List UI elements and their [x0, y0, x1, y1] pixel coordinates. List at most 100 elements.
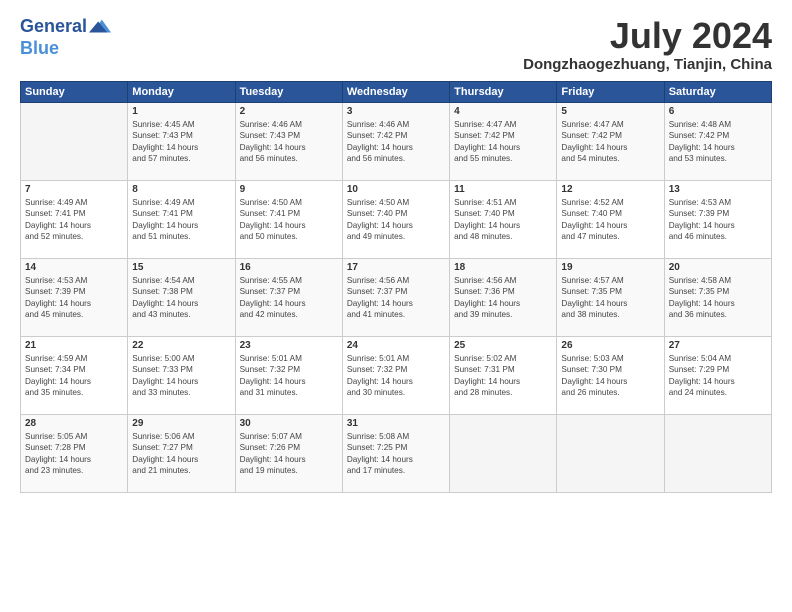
cell-content: Sunrise: 4:51 AM Sunset: 7:40 PM Dayligh…: [454, 197, 552, 243]
cell-content: Sunrise: 4:49 AM Sunset: 7:41 PM Dayligh…: [132, 197, 230, 243]
day-number: 20: [669, 262, 767, 273]
calendar-cell: [557, 414, 664, 492]
day-number: 8: [132, 184, 230, 195]
day-number: 19: [561, 262, 659, 273]
calendar-cell: 13 Sunrise: 4:53 AM Sunset: 7:39 PM Dayli…: [664, 180, 771, 258]
day-number: 6: [669, 106, 767, 117]
calendar-cell: 14Sunrise: 4:53 AM Sunset: 7:39 PM Dayli…: [21, 258, 128, 336]
calendar-cell: 25 Sunrise: 5:02 AM Sunset: 7:31 PM Dayli…: [450, 336, 557, 414]
day-number: 7: [25, 184, 123, 195]
calendar-cell: 17Sunrise: 4:56 AM Sunset: 7:37 PM Dayli…: [342, 258, 449, 336]
calendar-cell: 3 Sunrise: 4:46 AM Sunset: 7:42 PM Daylig…: [342, 102, 449, 180]
day-number: 23: [240, 340, 338, 351]
week-row-4: 21 Sunrise: 4:59 AM Sunset: 7:34 PM Dayli…: [21, 336, 772, 414]
day-number: 10: [347, 184, 445, 195]
logo-blue: Blue: [20, 38, 111, 59]
calendar-cell: 19Sunrise: 4:57 AM Sunset: 7:35 PM Dayli…: [557, 258, 664, 336]
cell-content: Sunrise: 4:50 AM Sunset: 7:41 PM Dayligh…: [240, 197, 338, 243]
cell-content: Sunrise: 4:45 AM Sunset: 7:43 PM Dayligh…: [132, 119, 230, 165]
week-row-2: 7 Sunrise: 4:49 AM Sunset: 7:41 PM Daylig…: [21, 180, 772, 258]
week-row-3: 14Sunrise: 4:53 AM Sunset: 7:39 PM Dayli…: [21, 258, 772, 336]
calendar-cell: 1 Sunrise: 4:45 AM Sunset: 7:43 PM Daylig…: [128, 102, 235, 180]
calendar-cell: 18 Sunrise: 4:56 AM Sunset: 7:36 PM Dayli…: [450, 258, 557, 336]
calendar-cell: 23 Sunrise: 5:01 AM Sunset: 7:32 PM Dayli…: [235, 336, 342, 414]
day-header-friday: Friday: [557, 81, 664, 102]
cell-content: Sunrise: 4:46 AM Sunset: 7:43 PM Dayligh…: [240, 119, 338, 165]
calendar-cell: 12Sunrise: 4:52 AM Sunset: 7:40 PM Dayli…: [557, 180, 664, 258]
day-number: 21: [25, 340, 123, 351]
location: Dongzhaogezhuang, Tianjin, China: [523, 56, 772, 73]
day-number: 15: [132, 262, 230, 273]
cell-content: Sunrise: 5:04 AM Sunset: 7:29 PM Dayligh…: [669, 353, 767, 399]
cell-content: Sunrise: 5:07 AM Sunset: 7:26 PM Dayligh…: [240, 431, 338, 477]
calendar-cell: 29 Sunrise: 5:06 AM Sunset: 7:27 PM Dayli…: [128, 414, 235, 492]
logo: General Blue: [20, 16, 111, 59]
cell-content: Sunrise: 4:47 AM Sunset: 7:42 PM Dayligh…: [561, 119, 659, 165]
cell-content: Sunrise: 5:02 AM Sunset: 7:31 PM Dayligh…: [454, 353, 552, 399]
day-number: 4: [454, 106, 552, 117]
day-header-sunday: Sunday: [21, 81, 128, 102]
calendar-cell: 27Sunrise: 5:04 AM Sunset: 7:29 PM Dayli…: [664, 336, 771, 414]
cell-content: Sunrise: 4:59 AM Sunset: 7:34 PM Dayligh…: [25, 353, 123, 399]
cell-content: Sunrise: 4:56 AM Sunset: 7:37 PM Dayligh…: [347, 275, 445, 321]
day-number: 22: [132, 340, 230, 351]
cell-content: Sunrise: 5:06 AM Sunset: 7:27 PM Dayligh…: [132, 431, 230, 477]
cell-content: Sunrise: 5:08 AM Sunset: 7:25 PM Dayligh…: [347, 431, 445, 477]
calendar-cell: [450, 414, 557, 492]
day-number: 16: [240, 262, 338, 273]
day-header-monday: Monday: [128, 81, 235, 102]
cell-content: Sunrise: 4:50 AM Sunset: 7:40 PM Dayligh…: [347, 197, 445, 243]
header: General Blue July 2024 Dongzhaogezhuang,…: [20, 16, 772, 73]
title-block: July 2024 Dongzhaogezhuang, Tianjin, Chi…: [523, 16, 772, 73]
day-number: 3: [347, 106, 445, 117]
calendar-cell: 31Sunrise: 5:08 AM Sunset: 7:25 PM Dayli…: [342, 414, 449, 492]
cell-content: Sunrise: 4:48 AM Sunset: 7:42 PM Dayligh…: [669, 119, 767, 165]
day-header-saturday: Saturday: [664, 81, 771, 102]
cell-content: Sunrise: 4:54 AM Sunset: 7:38 PM Dayligh…: [132, 275, 230, 321]
calendar-cell: 5 Sunrise: 4:47 AM Sunset: 7:42 PM Daylig…: [557, 102, 664, 180]
cell-content: Sunrise: 5:01 AM Sunset: 7:32 PM Dayligh…: [240, 353, 338, 399]
day-number: 28: [25, 418, 123, 429]
calendar-cell: 7 Sunrise: 4:49 AM Sunset: 7:41 PM Daylig…: [21, 180, 128, 258]
calendar-cell: 26Sunrise: 5:03 AM Sunset: 7:30 PM Dayli…: [557, 336, 664, 414]
calendar-cell: [664, 414, 771, 492]
week-row-1: 1 Sunrise: 4:45 AM Sunset: 7:43 PM Daylig…: [21, 102, 772, 180]
day-number: 11: [454, 184, 552, 195]
calendar-cell: 21 Sunrise: 4:59 AM Sunset: 7:34 PM Dayli…: [21, 336, 128, 414]
calendar-cell: 22Sunrise: 5:00 AM Sunset: 7:33 PM Dayli…: [128, 336, 235, 414]
day-number: 29: [132, 418, 230, 429]
week-row-5: 28 Sunrise: 5:05 AM Sunset: 7:28 PM Dayli…: [21, 414, 772, 492]
calendar-page: General Blue July 2024 Dongzhaogezhuang,…: [0, 0, 792, 612]
calendar-cell: [21, 102, 128, 180]
cell-content: Sunrise: 4:53 AM Sunset: 7:39 PM Dayligh…: [25, 275, 123, 321]
day-number: 25: [454, 340, 552, 351]
day-number: 5: [561, 106, 659, 117]
calendar-cell: 30 Sunrise: 5:07 AM Sunset: 7:26 PM Dayli…: [235, 414, 342, 492]
days-header-row: SundayMondayTuesdayWednesdayThursdayFrid…: [21, 81, 772, 102]
day-header-thursday: Thursday: [450, 81, 557, 102]
cell-content: Sunrise: 5:05 AM Sunset: 7:28 PM Dayligh…: [25, 431, 123, 477]
calendar-table: SundayMondayTuesdayWednesdayThursdayFrid…: [20, 81, 772, 493]
day-number: 2: [240, 106, 338, 117]
calendar-cell: 8 Sunrise: 4:49 AM Sunset: 7:41 PM Daylig…: [128, 180, 235, 258]
cell-content: Sunrise: 5:03 AM Sunset: 7:30 PM Dayligh…: [561, 353, 659, 399]
cell-content: Sunrise: 4:47 AM Sunset: 7:42 PM Dayligh…: [454, 119, 552, 165]
calendar-cell: 9 Sunrise: 4:50 AM Sunset: 7:41 PM Daylig…: [235, 180, 342, 258]
day-number: 9: [240, 184, 338, 195]
day-number: 30: [240, 418, 338, 429]
day-number: 13: [669, 184, 767, 195]
calendar-cell: 11 Sunrise: 4:51 AM Sunset: 7:40 PM Dayli…: [450, 180, 557, 258]
day-number: 1: [132, 106, 230, 117]
calendar-cell: 24Sunrise: 5:01 AM Sunset: 7:32 PM Dayli…: [342, 336, 449, 414]
day-header-tuesday: Tuesday: [235, 81, 342, 102]
cell-content: Sunrise: 4:46 AM Sunset: 7:42 PM Dayligh…: [347, 119, 445, 165]
cell-content: Sunrise: 4:56 AM Sunset: 7:36 PM Dayligh…: [454, 275, 552, 321]
calendar-cell: 28 Sunrise: 5:05 AM Sunset: 7:28 PM Dayli…: [21, 414, 128, 492]
logo-text: General: [20, 17, 87, 37]
day-number: 18: [454, 262, 552, 273]
cell-content: Sunrise: 4:58 AM Sunset: 7:35 PM Dayligh…: [669, 275, 767, 321]
cell-content: Sunrise: 5:01 AM Sunset: 7:32 PM Dayligh…: [347, 353, 445, 399]
calendar-cell: 10 Sunrise: 4:50 AM Sunset: 7:40 PM Dayli…: [342, 180, 449, 258]
cell-content: Sunrise: 4:49 AM Sunset: 7:41 PM Dayligh…: [25, 197, 123, 243]
cell-content: Sunrise: 4:53 AM Sunset: 7:39 PM Dayligh…: [669, 197, 767, 243]
